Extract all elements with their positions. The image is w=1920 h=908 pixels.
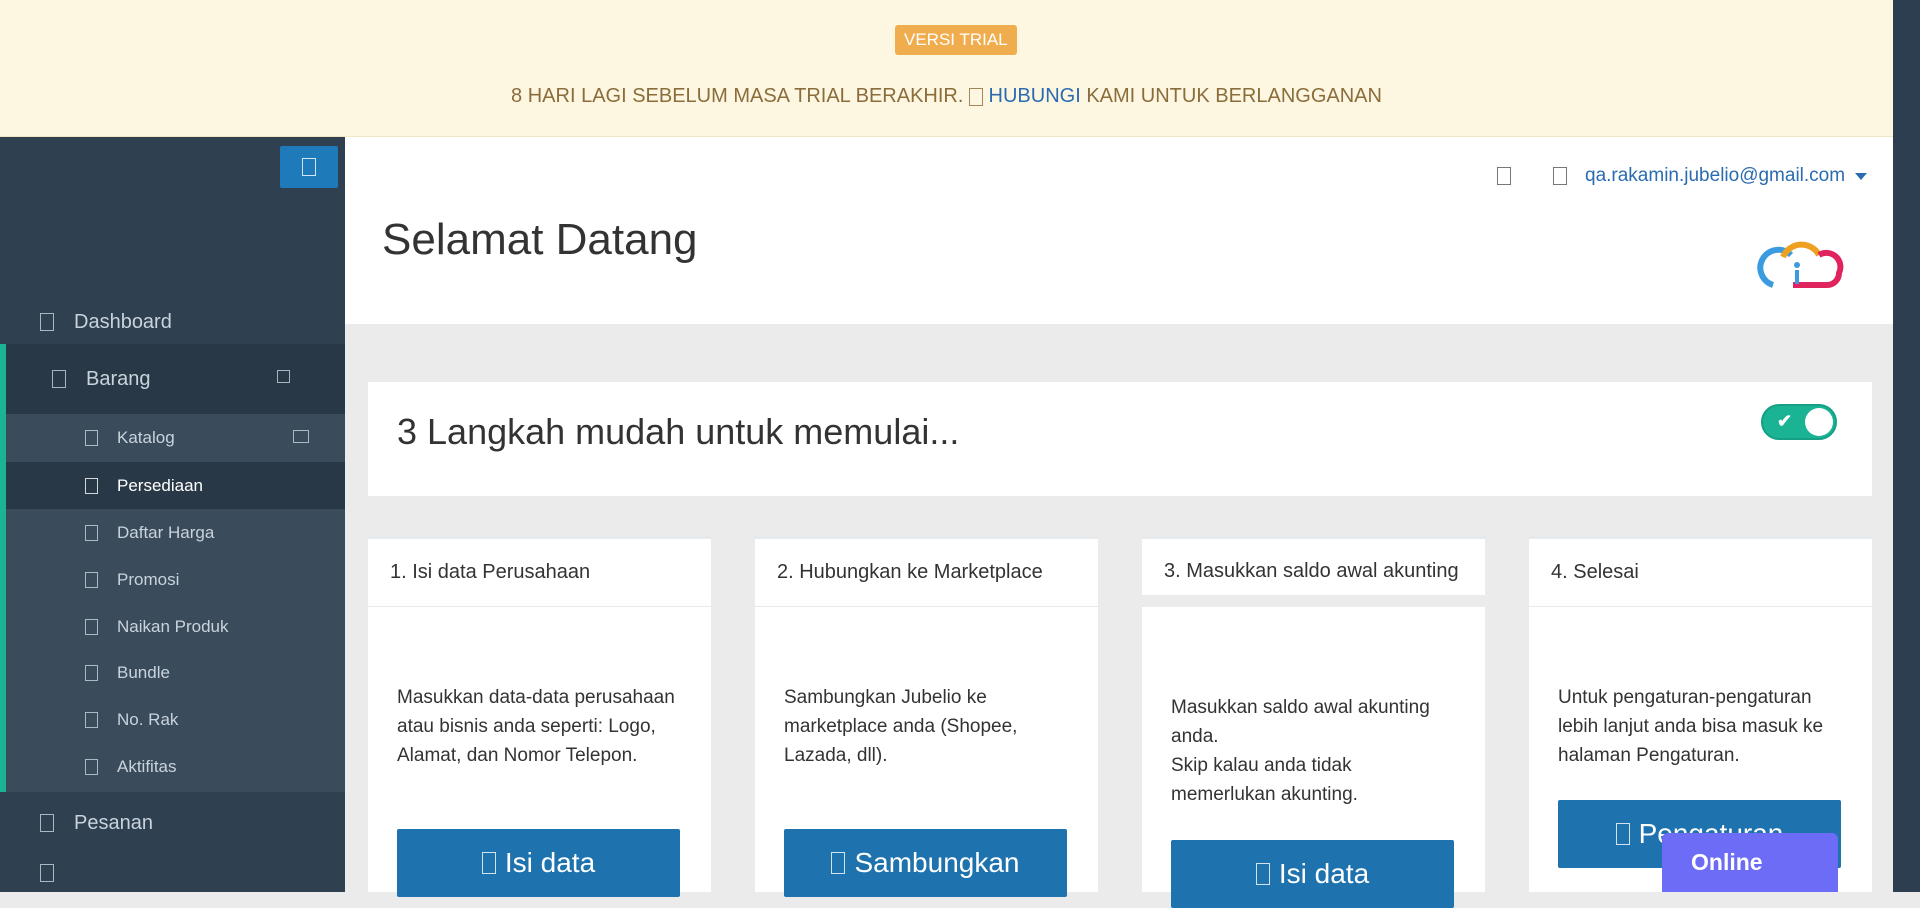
trial-badge: VERSI TRIAL [895, 25, 1017, 55]
catalog-icon [85, 429, 98, 446]
card-description-line: Masukkan saldo awal akunting anda. [1171, 697, 1430, 747]
button-label: Isi data [504, 847, 596, 878]
collapse-icon [277, 370, 290, 383]
page-header: qa.rakamin.jubelio@gmail.com Selamat Dat… [345, 137, 1893, 325]
boost-icon [85, 618, 98, 635]
jubelio-logo [1757, 241, 1844, 288]
check-icon: ✔ [1777, 411, 1793, 431]
card-description: Masukkan saldo awal akunting anda. Skip … [1171, 693, 1461, 809]
step-card-company: 1. Isi data Perusahaan Masukkan data-dat… [368, 536, 711, 897]
toggle-knob [1805, 408, 1833, 436]
sidebar-item-bundle[interactable]: Bundle [6, 649, 345, 696]
sidebar-item-persediaan[interactable]: Persediaan [6, 462, 345, 509]
sidebar-item-pesanan[interactable]: Pesanan [0, 792, 345, 854]
card-description: Untuk pengaturan-pengaturan lebih lanjut… [1558, 687, 1824, 766]
fill-accounting-data-button[interactable]: Isi data [1171, 840, 1454, 908]
card-title: 1. Isi data Perusahaan [368, 539, 711, 607]
price-icon [85, 524, 98, 541]
sidebar-item-label: Persediaan [117, 475, 204, 495]
link-icon [831, 852, 846, 874]
gear-icon [1615, 823, 1630, 845]
sidebar-item-label: Daftar Harga [117, 522, 215, 542]
cart-icon [40, 814, 54, 832]
button-label: Isi data [1278, 858, 1370, 889]
expand-icon [293, 430, 309, 443]
fill-company-data-button[interactable]: Isi data [397, 829, 680, 897]
stock-icon [85, 477, 98, 494]
sidebar-item-no-rak[interactable]: No. Rak [6, 696, 345, 743]
bundle-icon [85, 664, 98, 681]
trial-message-text: 8 HARI LAGI SEBELUM MASA TRIAL BERAKHIR. [511, 85, 964, 107]
barang-submenu: Katalog Persediaan Daftar Harga Promosi … [0, 414, 345, 792]
sidebar-item-barang[interactable]: Barang [0, 344, 345, 414]
box-icon [52, 370, 66, 388]
edit-icon [481, 852, 496, 874]
card-title: 3. Masukkan saldo awal akunting [1142, 539, 1485, 607]
shelf-icon [85, 711, 98, 728]
user-icon [1553, 167, 1567, 185]
trial-banner: VERSI TRIAL 8 HARI LAGI SEBELUM MASA TRI… [0, 0, 1893, 137]
menu-icon [302, 158, 316, 176]
connect-marketplace-button[interactable]: Sambungkan [784, 829, 1067, 897]
card-description: Masukkan data-data perusahaan atau bisni… [397, 687, 675, 766]
getting-started-panel: 3 Langkah mudah untuk memulai... ✔ [368, 382, 1872, 496]
step-card-marketplace: 2. Hubungkan ke Marketplace Sambungkan J… [755, 536, 1098, 897]
phone-icon [968, 87, 983, 106]
sidebar-item-katalog[interactable]: Katalog [6, 414, 345, 461]
steps-title: 3 Langkah mudah untuk memulai... [397, 411, 960, 452]
edit-icon [1255, 863, 1270, 885]
sidebar-item-partial[interactable] [0, 854, 345, 892]
card-title: 4. Selesai [1529, 539, 1872, 607]
sidebar-item-label: Promosi [117, 569, 180, 589]
sidebar-item-dashboard[interactable]: Dashboard [0, 295, 345, 349]
sidebar-toggle-button[interactable] [280, 146, 338, 188]
sidebar-item-naikan-produk[interactable]: Naikan Produk [6, 603, 345, 650]
right-edge-bar [1893, 0, 1920, 892]
user-email: qa.rakamin.jubelio@gmail.com [1585, 165, 1846, 186]
card-description-line: Skip kalau anda tidak memerlukan akuntin… [1171, 755, 1358, 805]
sidebar-item-label: Barang [86, 367, 151, 390]
steps-toggle[interactable]: ✔ [1761, 404, 1837, 440]
trial-message: 8 HARI LAGI SEBELUM MASA TRIAL BERAKHIR.… [0, 85, 1893, 108]
sidebar: Dashboard Barang Katalog Persediaan Daft… [0, 137, 345, 892]
menu-item-icon [40, 864, 54, 882]
sidebar-item-aktifitas[interactable]: Aktifitas [6, 743, 345, 790]
button-label: Sambungkan [854, 847, 1020, 878]
sidebar-item-label: Bundle [117, 662, 170, 682]
trial-message-suffix: KAMI UNTUK BERLANGGANAN [1086, 85, 1382, 107]
activity-icon [85, 758, 98, 775]
contact-link[interactable]: HUBUNGI [989, 85, 1081, 107]
page-title: Selamat Datang [382, 215, 698, 264]
online-chat-widget[interactable]: Online [1662, 833, 1838, 892]
sidebar-item-label: Pesanan [74, 811, 153, 834]
chevron-down-icon [1855, 172, 1868, 180]
dashboard-icon [40, 313, 54, 331]
sidebar-item-label: Aktifitas [117, 756, 177, 776]
sidebar-item-label: Katalog [117, 427, 175, 447]
promo-icon [85, 571, 98, 588]
sidebar-item-label: No. Rak [117, 709, 179, 729]
sidebar-item-label: Naikan Produk [117, 616, 229, 636]
user-menu[interactable]: qa.rakamin.jubelio@gmail.com [1553, 165, 1868, 187]
sidebar-item-daftar-harga[interactable]: Daftar Harga [6, 509, 345, 556]
sidebar-item-promosi[interactable]: Promosi [6, 556, 345, 603]
step-card-accounting: 3. Masukkan saldo awal akunting Masukkan… [1142, 536, 1485, 908]
notification-icon[interactable] [1497, 167, 1511, 185]
card-description: Sambungkan Jubelio ke marketplace anda (… [784, 687, 1018, 766]
sidebar-item-label: Dashboard [74, 310, 172, 333]
card-title: 2. Hubungkan ke Marketplace [755, 539, 1098, 607]
